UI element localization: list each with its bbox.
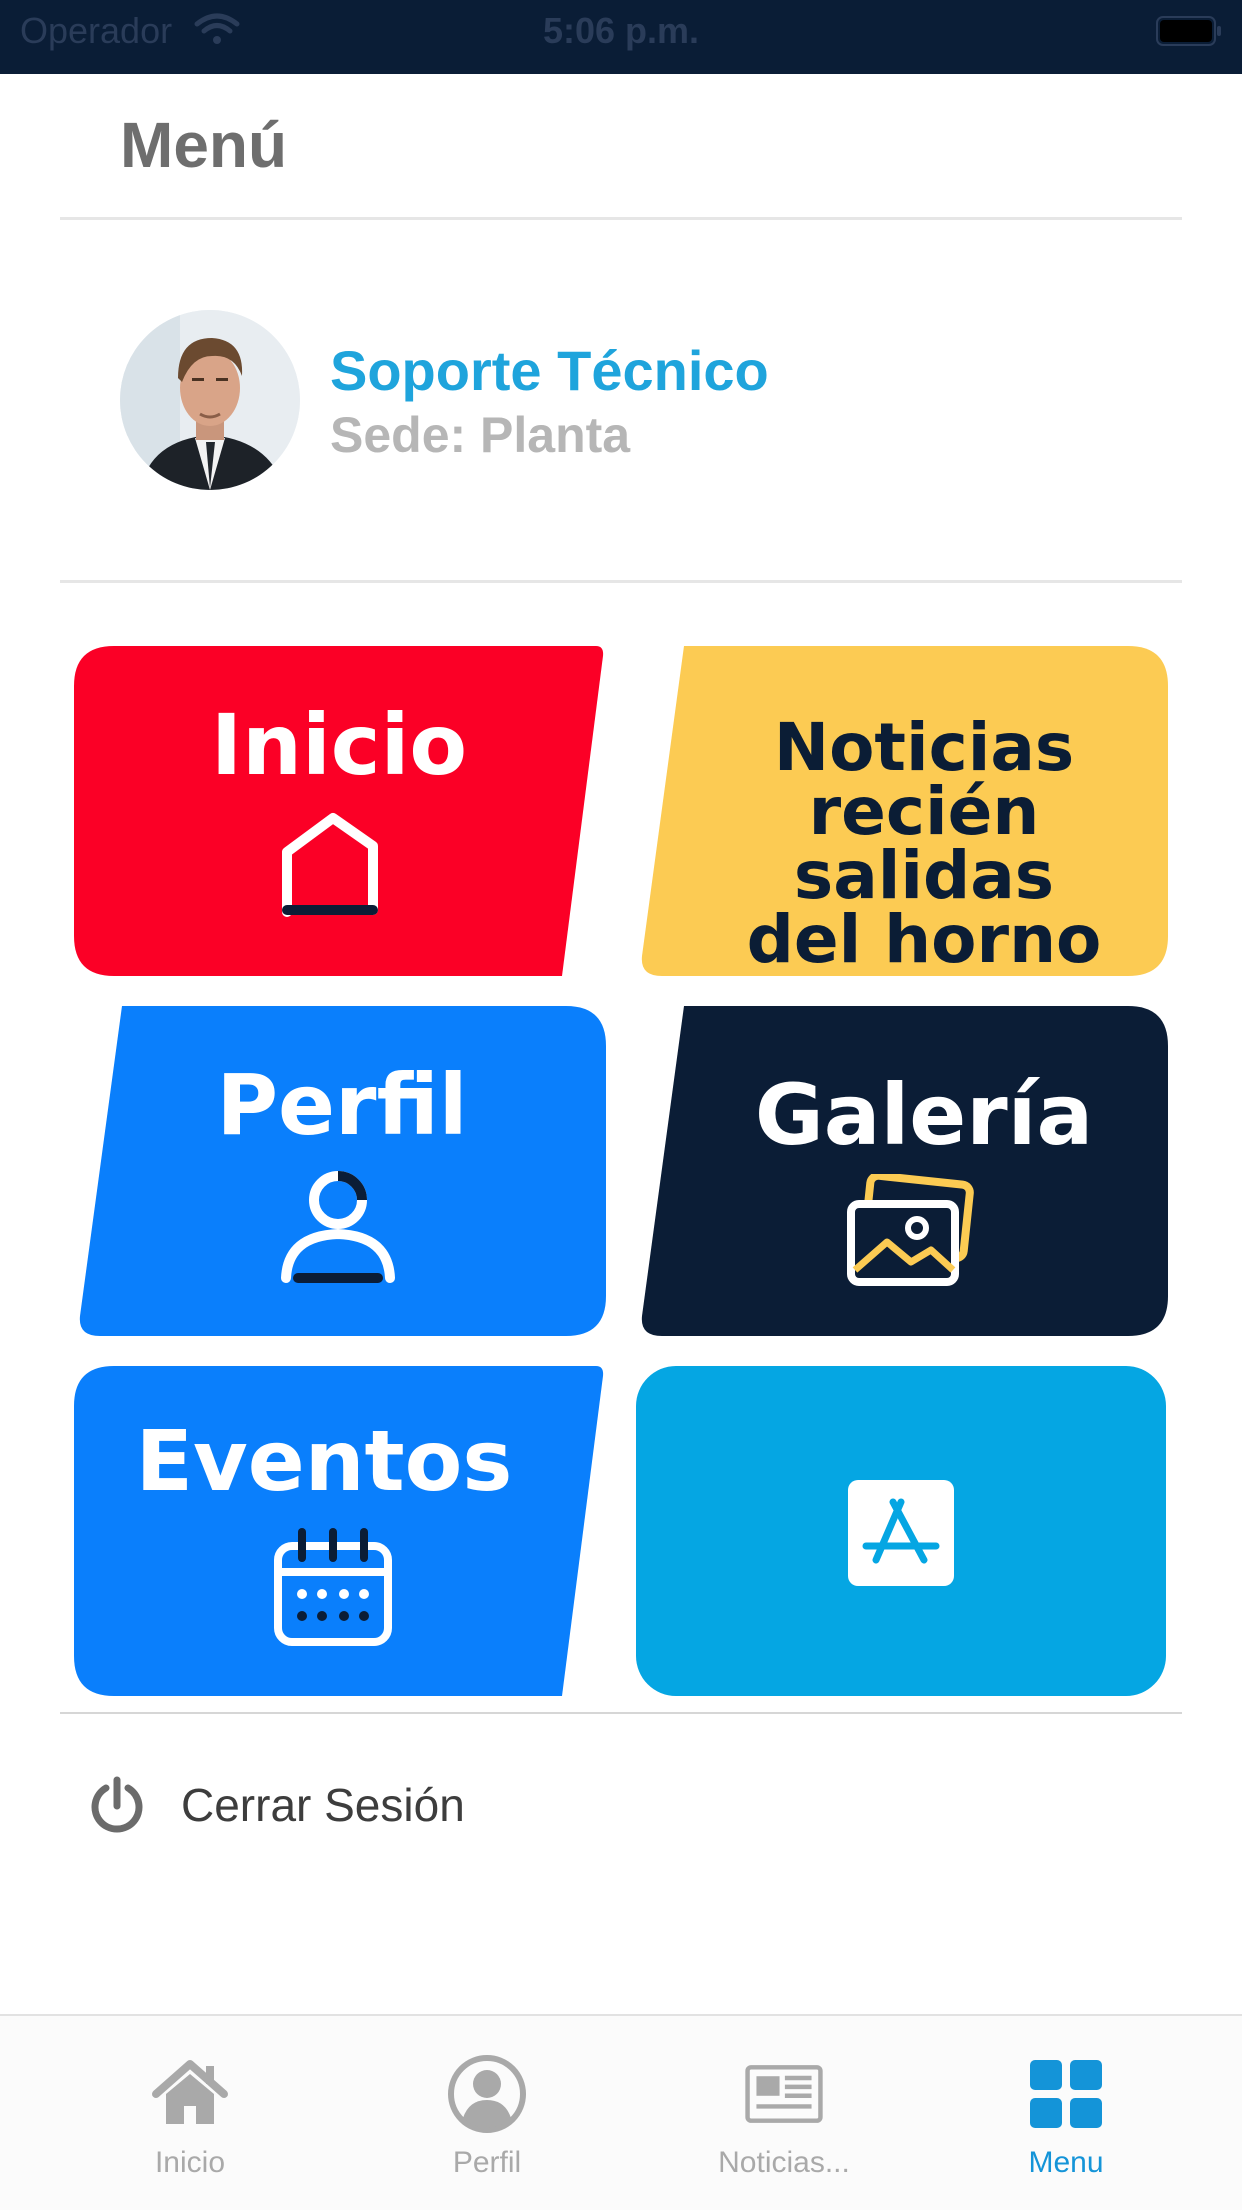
tile-eventos[interactable]: Eventos [74, 1366, 604, 1696]
tile-noticias-line-3: del horno [746, 901, 1102, 978]
tab-inicio[interactable]: Inicio [40, 2016, 340, 2210]
profile-sede: Sede: Planta [330, 407, 631, 463]
tile-noticias-line-2: recién salidas [793, 773, 1055, 914]
tile-galeria-label: Galería [754, 1066, 1094, 1164]
profile-divider [60, 580, 1182, 583]
app-store-icon [848, 1480, 954, 1586]
logout-label: Cerrar Sesión [181, 1779, 465, 1831]
grid-icon [1030, 2060, 1102, 2128]
calendar-icon [274, 1528, 392, 1646]
tile-app-store[interactable] [636, 1366, 1166, 1696]
profile-name: Soporte Técnico [330, 339, 769, 402]
tab-perfil[interactable]: Perfil [337, 2016, 637, 2210]
header-divider [60, 217, 1182, 220]
tiles-divider [60, 1712, 1182, 1714]
tile-perfil[interactable]: Perfil [78, 1006, 606, 1336]
tab-noticias[interactable]: Noticias... [634, 2016, 934, 2210]
newspaper-icon [745, 2065, 823, 2123]
tile-noticias[interactable]: Noticias recién salidas del horno [640, 646, 1168, 976]
tab-menu[interactable]: Menu [916, 2016, 1216, 2210]
avatar-image [120, 310, 300, 490]
gallery-icon [847, 1174, 974, 1286]
battery-icon [1156, 16, 1221, 46]
status-time: 5:06 p.m. [542, 10, 700, 51]
page-title: Menú [120, 109, 288, 181]
power-icon [91, 1776, 143, 1833]
user-circle-icon [448, 2055, 526, 2133]
status-bar: Operador 5:06 p.m. [0, 0, 1242, 74]
tile-inicio[interactable]: Inicio [74, 646, 604, 976]
tile-perfil-label: Perfil [216, 1056, 468, 1154]
tab-noticias-label: Noticias... [718, 2146, 850, 2179]
user-outline-icon [281, 1171, 395, 1283]
logout-button[interactable]: Cerrar Sesión [88, 1770, 588, 1840]
tab-menu-label: Menu [1028, 2146, 1104, 2179]
tab-perfil-label: Perfil [452, 2146, 522, 2179]
tile-galeria[interactable]: Galería [640, 1006, 1168, 1336]
tile-noticias-label: Noticias recién salidas del horno [680, 709, 1168, 978]
avatar [120, 310, 300, 490]
home-icon [152, 2060, 228, 2124]
tile-eventos-label: Eventos [135, 1412, 513, 1510]
tile-inicio-label: Inicio [210, 696, 468, 794]
tile-noticias-line-1: Noticias [773, 709, 1075, 786]
tab-inicio-label: Inicio [154, 2146, 226, 2179]
tab-bar: Inicio Perfil Noticias... Menu [0, 2014, 1242, 2210]
home-outline-icon [282, 813, 378, 917]
